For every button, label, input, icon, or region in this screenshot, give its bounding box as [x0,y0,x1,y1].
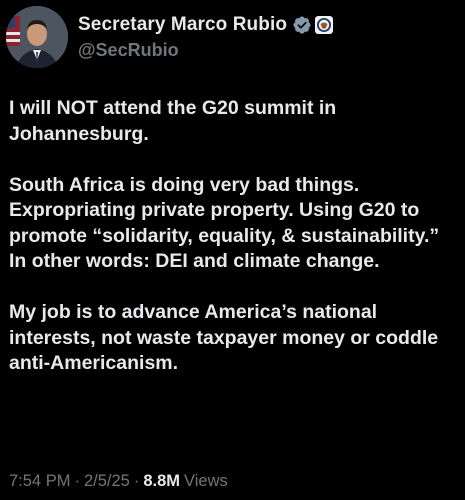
tweet-header: Secretary Marco Rubio @SecRubio [6,6,334,68]
views-label[interactable]: Views [184,472,228,491]
tweet-paragraph: My job is to advance America’s national … [9,301,439,374]
verified-badge-icon[interactable] [292,15,312,35]
seal-icon[interactable] [315,16,334,34]
meta-separator: · [133,472,140,490]
display-name[interactable]: Secretary Marco Rubio [78,14,287,36]
handle[interactable]: @SecRubio [78,40,333,61]
author-names: Secretary Marco Rubio @SecRubio [78,13,334,61]
views-count[interactable]: 8.8M [143,472,180,491]
tweet-time[interactable]: 7:54 PM [9,472,70,491]
avatar[interactable] [6,6,68,68]
display-name-row: Secretary Marco Rubio [78,13,334,37]
tweet-date[interactable]: 2/5/25 [84,472,130,491]
avatar-image [6,6,68,68]
meta-separator: · [74,472,80,490]
tweet-text: I will NOT attend the G20 summit in Joha… [9,96,457,377]
tweet-paragraph: South Africa is doing very bad things. E… [9,173,440,273]
tweet-paragraph: I will NOT attend the G20 summit in Joha… [9,97,337,145]
tweet-meta: 7:54 PM · 2/5/25 · 8.8M Views [9,472,228,491]
tweet-card: Secretary Marco Rubio @SecRubio I will N… [0,0,465,500]
